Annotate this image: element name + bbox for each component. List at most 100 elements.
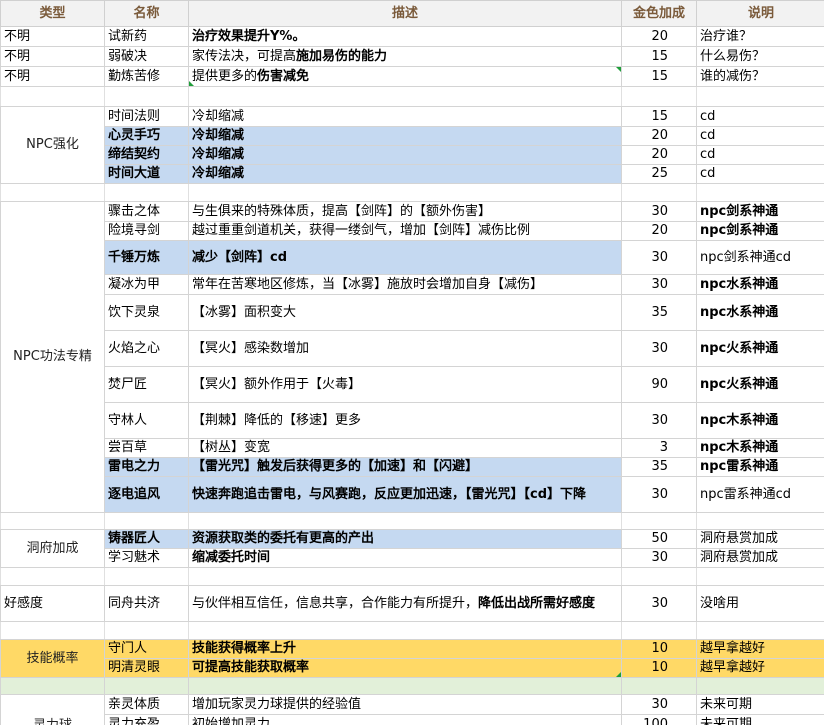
cell-note[interactable]: 没啥用 xyxy=(696,585,824,622)
header-type[interactable]: 类型 xyxy=(0,0,105,27)
cell-gold[interactable]: 3 xyxy=(621,438,697,458)
cell-note[interactable]: 未来可期 xyxy=(696,714,824,725)
empty-cell[interactable] xyxy=(696,86,824,107)
cell-desc[interactable]: 治疗效果提升Y%。 xyxy=(188,26,622,47)
cell-note[interactable]: npc剑系神通 xyxy=(696,221,824,241)
empty-cell[interactable] xyxy=(0,567,105,586)
cell-note[interactable]: npc木系神通 xyxy=(696,438,824,458)
cell-gold[interactable]: 10 xyxy=(621,639,697,659)
empty-cell[interactable] xyxy=(188,677,622,695)
empty-cell[interactable] xyxy=(696,183,824,202)
cell-name[interactable]: 明清灵眼 xyxy=(104,658,189,678)
cell-desc[interactable]: 减少【剑阵】cd xyxy=(188,240,622,275)
group-label[interactable]: 技能概率 xyxy=(0,639,105,678)
cell-name[interactable]: 守林人 xyxy=(104,402,189,439)
empty-cell[interactable] xyxy=(104,621,189,640)
cell-gold[interactable]: 20 xyxy=(621,126,697,146)
empty-cell[interactable] xyxy=(104,677,189,695)
empty-cell[interactable] xyxy=(0,86,105,107)
cell-gold[interactable]: 35 xyxy=(621,294,697,331)
cell-gold[interactable]: 15 xyxy=(621,46,697,67)
cell-name[interactable]: 雷电之力 xyxy=(104,457,189,477)
cell-desc[interactable]: 【冥火】感染数增加 xyxy=(188,330,622,367)
cell-note[interactable]: npc雷系神通 xyxy=(696,457,824,477)
cell-desc[interactable]: 增加玩家灵力球提供的经验值 xyxy=(188,694,622,715)
cell-gold[interactable]: 30 xyxy=(621,548,697,568)
cell-note[interactable]: 洞府悬赏加成 xyxy=(696,548,824,568)
cell-desc[interactable]: 快速奔跑追击雷电，与风赛跑，反应更加迅速，【雷光咒】【cd】下降 xyxy=(188,476,622,513)
cell-gold[interactable]: 30 xyxy=(621,694,697,715)
cell-gold[interactable]: 30 xyxy=(621,585,697,622)
cell-desc[interactable]: 常年在苦寒地区修炼，当【冰雾】施放时会增加自身【减伤】 xyxy=(188,274,622,295)
cell-name[interactable]: 凝冰为甲 xyxy=(104,274,189,295)
cell-name[interactable]: 学习魅术 xyxy=(104,548,189,568)
cell-gold[interactable]: 30 xyxy=(621,240,697,275)
cell-desc[interactable]: 技能获得概率上升 xyxy=(188,639,622,659)
empty-cell[interactable] xyxy=(696,621,824,640)
empty-cell[interactable] xyxy=(696,677,824,695)
empty-cell[interactable] xyxy=(621,567,697,586)
cell-note[interactable]: npc剑系神通cd xyxy=(696,240,824,275)
group-label[interactable]: 好感度 xyxy=(0,585,105,622)
empty-cell[interactable] xyxy=(104,512,189,530)
cell-note[interactable]: cd xyxy=(696,106,824,127)
empty-cell[interactable] xyxy=(188,621,622,640)
group-label[interactable]: 灵力球 xyxy=(0,694,105,725)
cell-gold[interactable]: 20 xyxy=(621,221,697,241)
cell-note[interactable]: 什么易伤？ xyxy=(696,46,824,67)
cell-note[interactable]: npc剑系神通 xyxy=(696,201,824,222)
cell-desc[interactable]: 越过重重剑道机关，获得一缕剑气，增加【剑阵】减伤比例 xyxy=(188,221,622,241)
cell-note[interactable]: npc雷系神通cd xyxy=(696,476,824,513)
cell-gold[interactable]: 20 xyxy=(621,26,697,47)
empty-cell[interactable] xyxy=(0,183,105,202)
empty-cell[interactable] xyxy=(621,183,697,202)
cell-type[interactable]: 不明 xyxy=(0,46,105,67)
group-label[interactable]: 洞府加成 xyxy=(0,529,105,568)
empty-cell[interactable] xyxy=(621,677,697,695)
cell-note[interactable]: npc水系神通 xyxy=(696,274,824,295)
cell-desc[interactable]: 资源获取类的委托有更高的产出 xyxy=(188,529,622,549)
cell-desc[interactable]: 【树丛】变宽 xyxy=(188,438,622,458)
empty-cell[interactable] xyxy=(0,512,105,530)
cell-desc[interactable]: 与生俱来的特殊体质，提高【剑阵】的【额外伤害】 xyxy=(188,201,622,222)
cell-name[interactable]: 骤击之体 xyxy=(104,201,189,222)
cell-gold[interactable]: 15 xyxy=(621,66,697,87)
cell-type[interactable]: 不明 xyxy=(0,26,105,47)
cell-desc[interactable]: 【冰雾】面积变大 xyxy=(188,294,622,331)
cell-name[interactable]: 尝百草 xyxy=(104,438,189,458)
cell-desc[interactable]: 可提高技能获取概率 xyxy=(188,658,622,678)
cell-desc[interactable]: 【荆棘】降低的【移速】更多 xyxy=(188,402,622,439)
empty-cell[interactable] xyxy=(621,86,697,107)
group-label[interactable]: NPC功法专精 xyxy=(0,201,105,513)
cell-gold[interactable]: 30 xyxy=(621,476,697,513)
empty-cell[interactable] xyxy=(621,621,697,640)
cell-note[interactable]: cd xyxy=(696,126,824,146)
empty-cell[interactable] xyxy=(0,621,105,640)
cell-desc[interactable]: 与伙伴相互信任，信息共享，合作能力有所提升，降低出战所需好感度 xyxy=(188,585,622,622)
cell-gold[interactable]: 30 xyxy=(621,330,697,367)
cell-desc[interactable]: 【冥火】额外作用于【火毒】 xyxy=(188,366,622,403)
cell-gold[interactable]: 50 xyxy=(621,529,697,549)
cell-desc[interactable]: 【雷光咒】触发后获得更多的【加速】和【闪避】 xyxy=(188,457,622,477)
cell-gold[interactable]: 20 xyxy=(621,145,697,165)
cell-gold[interactable]: 30 xyxy=(621,402,697,439)
cell-desc[interactable]: 初始增加灵力 xyxy=(188,714,622,725)
cell-name[interactable]: 弱破决 xyxy=(104,46,189,67)
empty-cell[interactable] xyxy=(188,183,622,202)
cell-name[interactable]: 火焰之心 xyxy=(104,330,189,367)
cell-desc[interactable]: 家传法决，可提高施加易伤的能力 xyxy=(188,46,622,67)
cell-note[interactable]: 未来可期 xyxy=(696,694,824,715)
cell-note[interactable]: 谁的减伤？ xyxy=(696,66,824,87)
cell-name[interactable]: 逐电追风 xyxy=(104,476,189,513)
cell-note[interactable]: npc火系神通 xyxy=(696,366,824,403)
cell-desc[interactable]: 冷却缩减 xyxy=(188,106,622,127)
cell-note[interactable]: npc木系神通 xyxy=(696,402,824,439)
cell-name[interactable]: 焚尸匠 xyxy=(104,366,189,403)
cell-name[interactable]: 时间大道 xyxy=(104,164,189,184)
cell-note[interactable]: 越早拿越好 xyxy=(696,658,824,678)
empty-cell[interactable] xyxy=(696,512,824,530)
cell-desc[interactable]: 缩减委托时间 xyxy=(188,548,622,568)
cell-name[interactable]: 险境寻剑 xyxy=(104,221,189,241)
cell-note[interactable]: 治疗谁？ xyxy=(696,26,824,47)
empty-cell[interactable] xyxy=(104,86,189,107)
